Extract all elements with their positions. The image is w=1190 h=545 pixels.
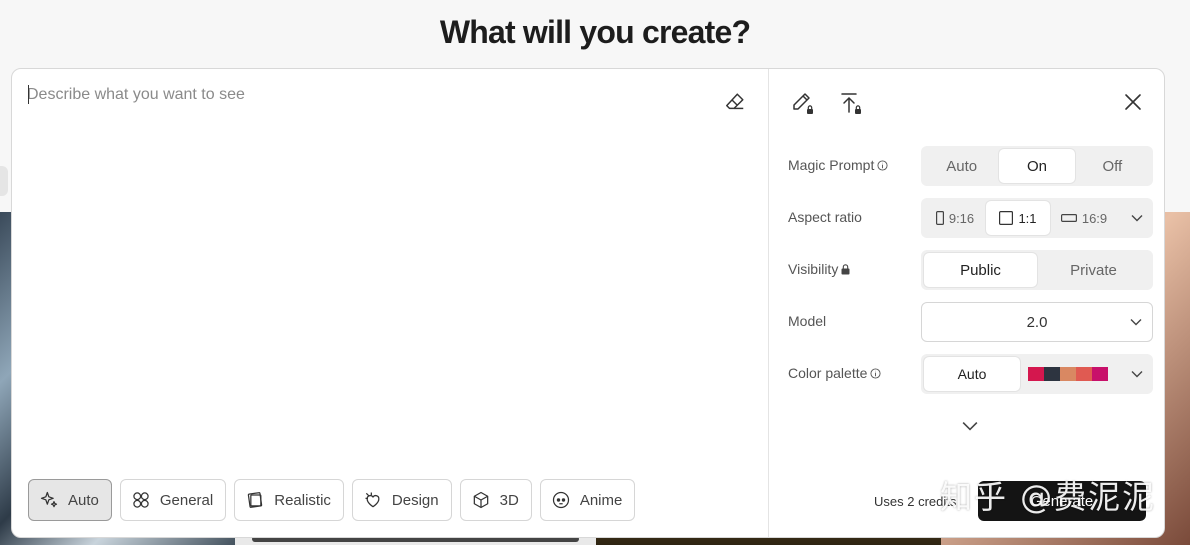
panel-divider: [768, 69, 769, 537]
aspect-16-9[interactable]: 16:9: [1050, 201, 1118, 235]
model-value: 2.0: [1026, 313, 1048, 331]
cube-icon: [473, 491, 488, 509]
side-tab[interactable]: [0, 166, 8, 196]
color-swatch-1: [1028, 367, 1044, 381]
color-swatch-3: [1060, 367, 1076, 381]
magic-prompt-text: Magic Prompt: [788, 157, 875, 173]
upload-locked-icon[interactable]: [837, 89, 865, 117]
aspect-ratio-selector: 9:16 1:1 16:9: [921, 198, 1153, 238]
color-palette-selector: Auto: [921, 354, 1153, 394]
eraser-icon[interactable]: [722, 89, 748, 115]
sparkle-icon: [40, 491, 58, 508]
magic-prompt-auto[interactable]: Auto: [924, 149, 999, 183]
chevron-down-icon: [1130, 319, 1142, 326]
create-panel: Auto General Realistic Design 3D Anime: [11, 68, 1165, 538]
color-palette-label: Color palette: [788, 365, 881, 381]
lock-icon: [841, 263, 850, 274]
aspect-9-16-label: 9:16: [948, 210, 975, 226]
style-design-label: Design: [391, 491, 439, 509]
prompt-input[interactable]: [27, 83, 707, 107]
visibility-toggle: Public Private: [921, 250, 1153, 290]
page-title: What will you create?: [439, 14, 751, 50]
aspect-9-16[interactable]: 9:16: [924, 201, 986, 235]
color-palette-auto[interactable]: Auto: [924, 357, 1020, 391]
close-icon[interactable]: [1122, 91, 1144, 113]
face-icon: [552, 491, 569, 509]
info-icon[interactable]: [870, 367, 881, 379]
design-icon: [365, 492, 380, 508]
visibility-label: Visibility: [788, 261, 850, 277]
grid-icon: [133, 492, 149, 508]
visibility-text: Visibility: [788, 261, 839, 277]
style-anime-button[interactable]: Anime: [539, 479, 636, 521]
text-cursor: [28, 85, 29, 104]
visibility-private[interactable]: Private: [1037, 253, 1150, 287]
aspect-16-9-label: 16:9: [1081, 210, 1108, 226]
chevron-down-icon[interactable]: [1131, 369, 1143, 379]
magic-prompt-label: Magic Prompt: [788, 157, 888, 173]
style-general-button[interactable]: General: [119, 479, 227, 521]
style-design-button[interactable]: Design: [351, 479, 452, 521]
swatch-strip: [1028, 367, 1108, 381]
aspect-1-1[interactable]: 1:1: [986, 201, 1050, 235]
style-realistic-button[interactable]: Realistic: [234, 479, 344, 521]
style-general-label: General: [159, 491, 214, 509]
edit-locked-icon[interactable]: [788, 89, 816, 117]
magic-prompt-off[interactable]: Off: [1075, 149, 1150, 183]
style-3d-button[interactable]: 3D: [459, 479, 532, 521]
aspect-ratio-label: Aspect ratio: [788, 209, 862, 225]
magic-prompt-on[interactable]: On: [999, 149, 1075, 183]
chevron-down-icon[interactable]: [1131, 213, 1143, 223]
photo-stack-icon: [248, 492, 263, 508]
color-palette-text: Color palette: [788, 365, 868, 381]
model-select[interactable]: 2.0: [921, 302, 1153, 342]
square-icon: [999, 211, 1014, 225]
style-3d-label: 3D: [499, 491, 519, 509]
portrait-icon: [935, 211, 944, 225]
style-anime-label: Anime: [579, 491, 623, 509]
style-realistic-label: Realistic: [274, 491, 331, 509]
color-swatch-2: [1044, 367, 1060, 381]
aspect-1-1-label: 1:1: [1018, 210, 1037, 226]
style-auto-label: Auto: [68, 491, 99, 509]
landscape-icon: [1060, 214, 1077, 222]
color-swatch-4: [1076, 367, 1092, 381]
watermark-text: 知乎 @费泥泥: [940, 478, 1157, 516]
model-label: Model: [788, 313, 827, 329]
visibility-public[interactable]: Public: [924, 253, 1037, 287]
expand-more-icon[interactable]: [962, 419, 978, 433]
color-swatch-5: [1092, 367, 1108, 381]
magic-prompt-toggle: Auto On Off: [921, 146, 1153, 186]
style-selector: Auto General Realistic Design 3D Anime: [28, 479, 636, 521]
info-icon[interactable]: [877, 159, 888, 171]
style-auto-button[interactable]: Auto: [28, 479, 112, 521]
